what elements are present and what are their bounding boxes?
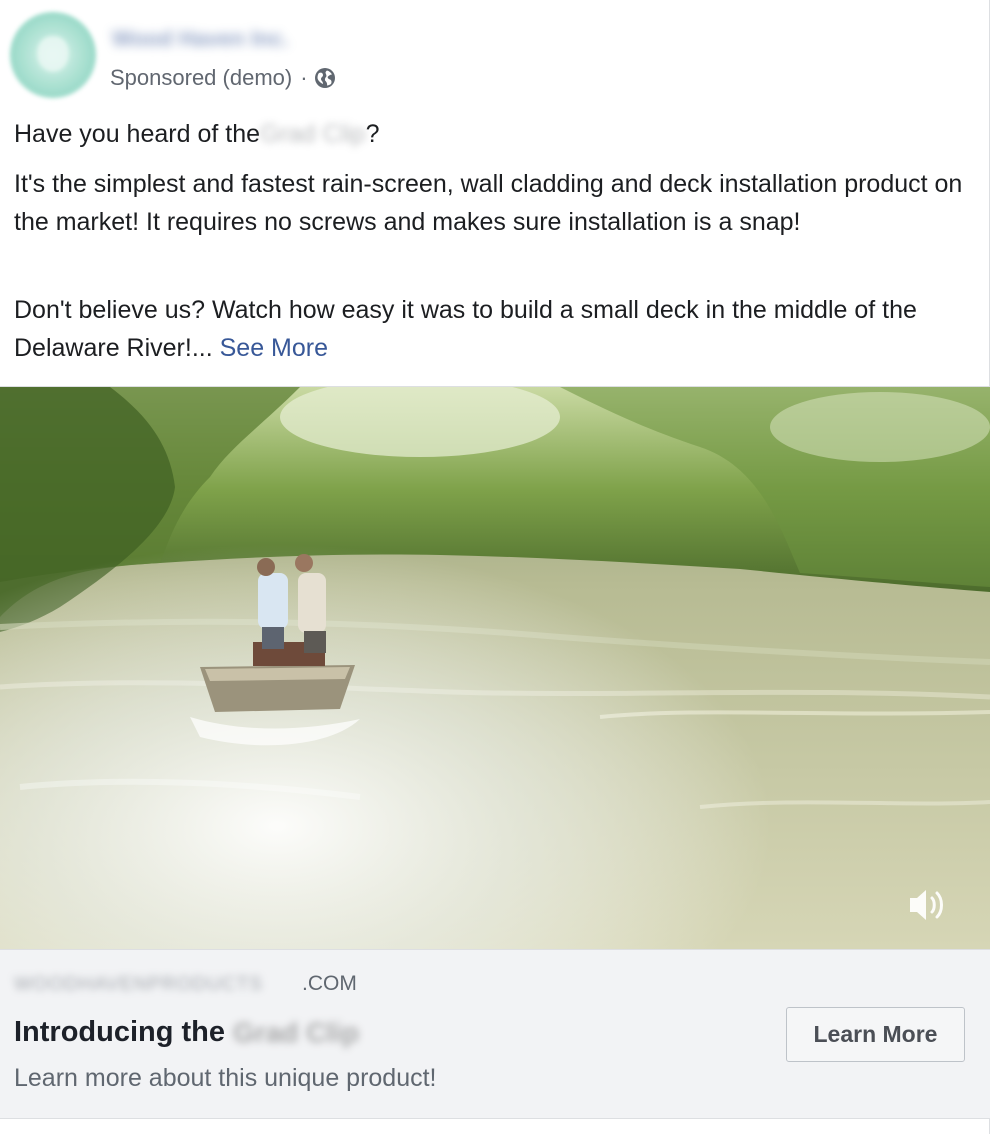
page-name-link[interactable]: Wood Haven Inc. bbox=[112, 26, 289, 54]
post-text-intro: Have you heard of the bbox=[14, 120, 260, 148]
globe-icon[interactable] bbox=[314, 67, 336, 89]
headline-prefix: Introducing the bbox=[14, 1016, 226, 1048]
post-text-paragraph-3: Don't believe us? Watch how easy it was … bbox=[14, 291, 964, 367]
domain-suffix: .COM bbox=[302, 972, 357, 995]
separator-dot: · bbox=[300, 65, 308, 90]
link-headline[interactable]: Introducing the Grad Clip bbox=[14, 1016, 359, 1049]
speaker-sound-on-icon[interactable] bbox=[908, 885, 952, 925]
sponsored-post: Wood Haven Inc. Sponsored (demo) · Have … bbox=[0, 0, 990, 1134]
sponsored-row: Sponsored (demo) · bbox=[110, 64, 336, 92]
link-description: Learn more about this unique product! bbox=[14, 1064, 437, 1092]
learn-more-button[interactable]: Learn More bbox=[786, 1007, 965, 1062]
post-text-paragraph-1: Have you heard of theGrad Clip? bbox=[14, 115, 964, 153]
redacted-headline-product: Grad Clip bbox=[233, 1016, 360, 1048]
sponsored-label[interactable]: Sponsored (demo) bbox=[110, 65, 292, 91]
see-more-link[interactable]: See More bbox=[220, 334, 328, 362]
post-text-paragraph-2: It's the simplest and fastest rain-scree… bbox=[14, 170, 963, 236]
redacted-product-name: Grad Clip bbox=[260, 120, 366, 148]
video-player[interactable] bbox=[0, 386, 990, 949]
post-text-question-mark: ? bbox=[365, 120, 380, 148]
page-avatar[interactable] bbox=[10, 12, 96, 98]
river-scene-thumbnail bbox=[0, 387, 990, 949]
post-text-teaser: Don't believe us? Watch how easy it was … bbox=[14, 296, 917, 362]
redacted-domain: WOODHAVENPRODUCTS bbox=[14, 974, 263, 994]
link-domain: WOODHAVENPRODUCTS .COM bbox=[14, 972, 357, 996]
link-preview-card[interactable]: WOODHAVENPRODUCTS .COM Introducing the Gra… bbox=[0, 949, 990, 1119]
leaf-logo-icon bbox=[37, 36, 69, 72]
